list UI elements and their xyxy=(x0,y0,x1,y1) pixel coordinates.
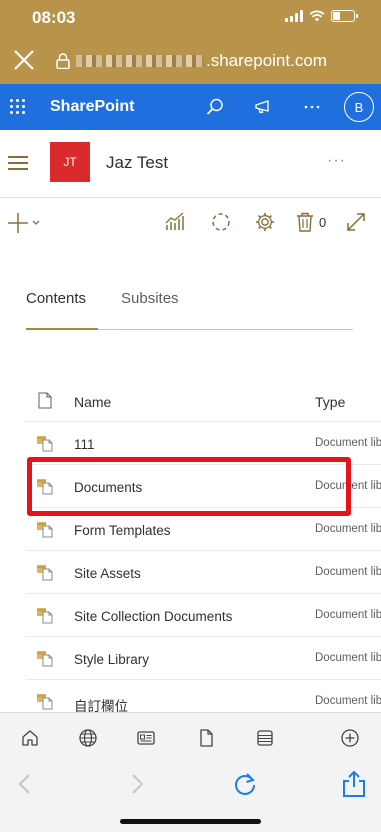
browser-url-bar: .sharepoint.com xyxy=(0,36,381,84)
document-library-icon xyxy=(37,694,53,710)
menu-icon[interactable] xyxy=(8,156,28,170)
document-library-icon xyxy=(37,651,53,667)
browser-nav-bar xyxy=(0,762,381,832)
document-library-icon xyxy=(37,436,53,452)
file-icon[interactable] xyxy=(196,728,216,748)
sharepoint-suite-bar: SharePoint B xyxy=(0,84,381,130)
news-icon[interactable] xyxy=(136,728,156,748)
item-type: Document library xyxy=(315,652,381,664)
add-circle-icon[interactable] xyxy=(340,728,360,748)
site-workflows-icon[interactable] xyxy=(210,211,232,233)
back-icon[interactable] xyxy=(12,770,40,798)
expand-icon[interactable] xyxy=(345,211,367,233)
list-item[interactable]: Site Assets Document library xyxy=(26,551,381,594)
globe-icon[interactable] xyxy=(78,728,98,748)
document-library-icon xyxy=(37,522,53,538)
site-logo[interactable]: JT xyxy=(50,142,90,182)
megaphone-icon[interactable] xyxy=(253,97,273,117)
active-tab-indicator xyxy=(26,328,98,330)
status-indicators xyxy=(285,10,358,22)
item-type: Document library xyxy=(315,609,381,621)
item-name[interactable]: Site Assets xyxy=(74,566,141,581)
battery-icon xyxy=(331,10,358,22)
list-view-icon[interactable] xyxy=(255,728,275,748)
new-plus-icon[interactable] xyxy=(8,212,44,234)
home-indicator xyxy=(120,819,261,824)
avatar[interactable]: B xyxy=(344,92,374,122)
site-usage-icon[interactable] xyxy=(164,211,186,233)
site-more-button[interactable]: ··· xyxy=(327,152,346,170)
close-icon[interactable] xyxy=(12,48,36,72)
share-icon[interactable] xyxy=(340,770,368,798)
item-type: Document library xyxy=(315,695,381,707)
item-name[interactable]: Site Collection Documents xyxy=(74,609,232,624)
annotation-highlight-box xyxy=(27,457,351,516)
site-header: JT Jaz Test ··· xyxy=(0,130,381,198)
forward-icon[interactable] xyxy=(122,770,150,798)
column-header-name[interactable]: Name xyxy=(74,394,111,410)
item-type: Document library xyxy=(315,523,381,535)
signal-icon xyxy=(285,10,303,22)
gear-icon[interactable] xyxy=(254,211,276,233)
list-item[interactable]: Site Collection Documents Document librar… xyxy=(26,594,381,637)
url-text[interactable]: .sharepoint.com xyxy=(76,51,327,71)
file-type-icon xyxy=(38,392,52,409)
list-header: Name Type xyxy=(26,380,381,422)
suite-brand[interactable]: SharePoint xyxy=(50,98,134,116)
list-item[interactable]: Style Library Document library xyxy=(26,637,381,680)
site-title[interactable]: Jaz Test xyxy=(106,153,168,173)
home-icon[interactable] xyxy=(20,728,40,748)
contents-list: Name Type 111Document libraryDocumentsDo… xyxy=(26,380,381,723)
redacted-domain xyxy=(76,55,204,67)
more-icon[interactable] xyxy=(302,97,322,117)
item-type: Document library xyxy=(315,566,381,578)
recycle-bin-count: 0 xyxy=(319,215,327,230)
item-type: Document library xyxy=(315,437,381,449)
status-time: 08:03 xyxy=(32,8,76,27)
document-library-icon xyxy=(37,608,53,624)
content-tabs: Contents Subsites xyxy=(26,288,353,330)
document-library-icon xyxy=(37,565,53,581)
url-domain: .sharepoint.com xyxy=(206,51,327,70)
search-icon[interactable] xyxy=(205,97,225,117)
wifi-icon xyxy=(309,10,325,22)
status-bar: 08:03 xyxy=(0,0,381,36)
item-name[interactable]: Style Library xyxy=(74,652,149,667)
app-launcher-icon[interactable] xyxy=(10,99,26,115)
item-name[interactable]: 111 xyxy=(74,437,95,452)
tab-contents[interactable]: Contents xyxy=(26,290,86,307)
reload-icon[interactable] xyxy=(231,770,259,798)
item-name[interactable]: Form Templates xyxy=(74,523,171,538)
command-bar: 0 xyxy=(0,198,381,248)
recycle-bin-icon[interactable] xyxy=(294,211,316,233)
tab-subsites[interactable]: Subsites xyxy=(121,290,179,307)
app-toolbar xyxy=(0,712,381,762)
battery-level xyxy=(333,12,340,20)
lock-icon xyxy=(56,53,70,69)
column-header-type[interactable]: Type xyxy=(315,394,345,410)
